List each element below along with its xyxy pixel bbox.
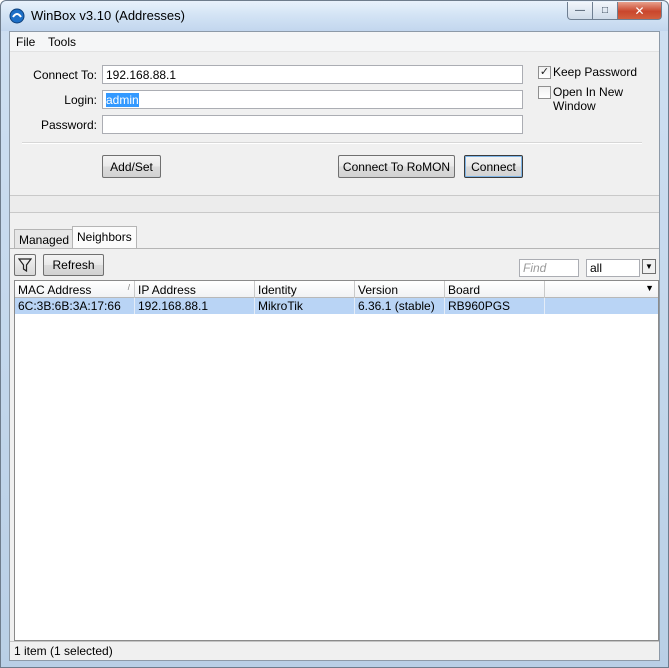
- cell-ip-address: 192.168.88.1: [135, 298, 255, 314]
- column-header-label: MAC Address: [18, 283, 92, 297]
- open-new-window-checkbox[interactable]: [538, 86, 551, 99]
- table-header: MAC Address / IP Address Identity Versio…: [15, 281, 658, 298]
- winbox-window: WinBox v3.10 (Addresses) — □ ✕ File Tool…: [0, 0, 669, 668]
- add-set-button[interactable]: Add/Set: [102, 155, 161, 178]
- connect-to-input[interactable]: 192.168.88.1: [102, 65, 523, 84]
- cell-mac-address: 6C:3B:6B:3A:17:66: [15, 298, 135, 314]
- refresh-button[interactable]: Refresh: [43, 254, 104, 276]
- filter-icon: [18, 258, 32, 272]
- maximize-icon: □: [601, 5, 609, 16]
- winbox-app-icon: [9, 8, 25, 24]
- chevron-down-icon: ▼: [645, 262, 653, 271]
- close-icon: ✕: [634, 3, 645, 18]
- cell-board: RB960PGS: [445, 298, 545, 314]
- tab-neighbors[interactable]: Neighbors: [72, 226, 137, 249]
- column-identity[interactable]: Identity: [255, 281, 355, 298]
- login-label: Login:: [64, 93, 97, 107]
- minimize-icon: —: [575, 5, 585, 16]
- connect-romon-button[interactable]: Connect To RoMON: [338, 155, 455, 178]
- sort-icon: /: [127, 283, 130, 292]
- table-row[interactable]: 6C:3B:6B:3A:17:66 192.168.88.1 MikroTik …: [15, 298, 658, 314]
- form-separator: [22, 142, 642, 144]
- status-bar: 1 item (1 selected): [10, 641, 659, 660]
- tab-managed[interactable]: Managed: [14, 229, 75, 249]
- column-ip-address[interactable]: IP Address: [135, 281, 255, 298]
- keep-password-label[interactable]: Keep Password: [553, 65, 637, 79]
- login-input-value: admin: [106, 93, 139, 107]
- password-input[interactable]: [102, 115, 523, 134]
- close-button[interactable]: ✕: [618, 2, 662, 20]
- cell-identity: MikroTik: [255, 298, 355, 314]
- menu-file[interactable]: File: [16, 35, 35, 49]
- connect-to-label: Connect To:: [33, 68, 97, 82]
- keep-password-checkbox[interactable]: ✓: [538, 66, 551, 79]
- info-strip: [10, 195, 659, 213]
- title-bar[interactable]: WinBox v3.10 (Addresses) — □ ✕: [1, 1, 668, 31]
- login-input[interactable]: admin: [102, 90, 523, 109]
- menu-bar: File Tools: [10, 32, 659, 52]
- connect-button[interactable]: Connect: [464, 155, 523, 178]
- minimize-button[interactable]: —: [567, 2, 593, 20]
- open-new-window-label[interactable]: Open In New Window: [553, 85, 659, 113]
- maximize-button[interactable]: □: [593, 2, 618, 20]
- client-area: File Tools Connect To: 192.168.88.1 Logi…: [9, 31, 660, 661]
- filter-button[interactable]: [14, 254, 36, 276]
- filter-select[interactable]: all: [586, 259, 640, 277]
- tab-underline: [10, 248, 659, 249]
- window-title: WinBox v3.10 (Addresses): [31, 8, 185, 23]
- column-board[interactable]: Board: [445, 281, 545, 298]
- column-menu-icon[interactable]: ▼: [645, 283, 654, 293]
- cell-version: 6.36.1 (stable): [355, 298, 445, 314]
- column-mac-address[interactable]: MAC Address /: [15, 281, 135, 298]
- checkmark-icon: ✓: [539, 66, 550, 78]
- column-version[interactable]: Version: [355, 281, 445, 298]
- password-label: Password:: [40, 118, 97, 132]
- find-input[interactable]: Find: [519, 259, 579, 277]
- filter-dropdown-button[interactable]: ▼: [642, 259, 656, 274]
- menu-tools[interactable]: Tools: [48, 35, 76, 49]
- neighbors-table: MAC Address / IP Address Identity Versio…: [14, 280, 659, 641]
